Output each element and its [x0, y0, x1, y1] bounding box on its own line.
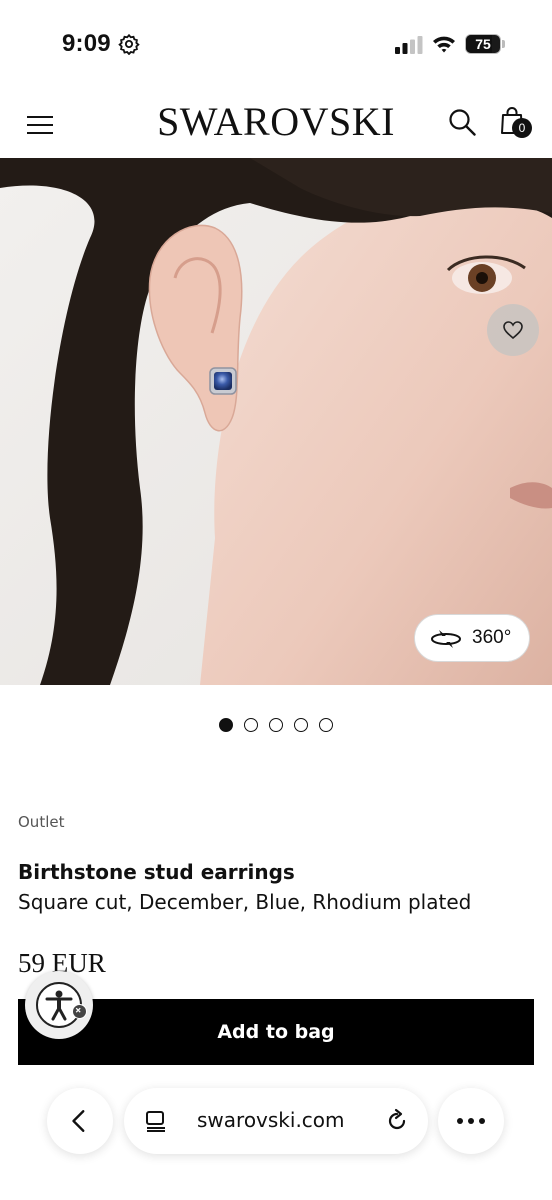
shopping-bag-button[interactable]: 0 [499, 105, 535, 141]
heart-icon [503, 321, 523, 340]
product-name: Birthstone stud earrings [18, 860, 295, 884]
gear-icon [118, 33, 140, 55]
wishlist-button[interactable] [487, 304, 539, 356]
battery-icon: 75 [465, 34, 505, 54]
address-bar[interactable]: swarovski.com [124, 1088, 428, 1154]
url-text: swarovski.com [197, 1108, 345, 1132]
carousel-dots [219, 718, 339, 734]
product-description: Square cut, December, Blue, Rhodium plat… [18, 890, 472, 914]
rotate-360-icon [431, 630, 461, 648]
status-bar: 9:09 75 [0, 0, 552, 90]
product-image[interactable] [0, 158, 552, 685]
breadcrumb[interactable]: Outlet [18, 813, 64, 831]
carousel-dot[interactable] [269, 718, 283, 732]
more-dots-icon [457, 1118, 485, 1124]
carousel-dot[interactable] [244, 718, 258, 732]
add-to-bag-button[interactable]: Add to bag [18, 999, 534, 1065]
bag-count-badge: 0 [512, 118, 532, 138]
back-chevron-icon [72, 1110, 85, 1132]
more-options-button[interactable] [438, 1088, 504, 1154]
search-icon[interactable] [447, 107, 477, 137]
close-icon[interactable] [72, 1004, 87, 1019]
carousel-dot[interactable] [294, 718, 308, 732]
carousel-dot[interactable] [219, 718, 233, 732]
battery-percent: 75 [475, 36, 491, 52]
site-header: SWAROVSKI 0 [0, 90, 552, 158]
cellular-signal-icon [395, 36, 423, 54]
carousel-dot[interactable] [319, 718, 333, 732]
reload-icon[interactable] [384, 1108, 410, 1134]
wifi-icon [433, 36, 455, 53]
view-360-button[interactable]: 360° [414, 614, 530, 662]
model-earring-photo [0, 158, 552, 685]
status-time: 9:09 [62, 30, 111, 57]
tabs-icon[interactable] [144, 1109, 168, 1133]
accessibility-button[interactable] [25, 971, 95, 1039]
browser-back-button[interactable] [47, 1088, 113, 1154]
view-360-label: 360° [472, 627, 512, 648]
